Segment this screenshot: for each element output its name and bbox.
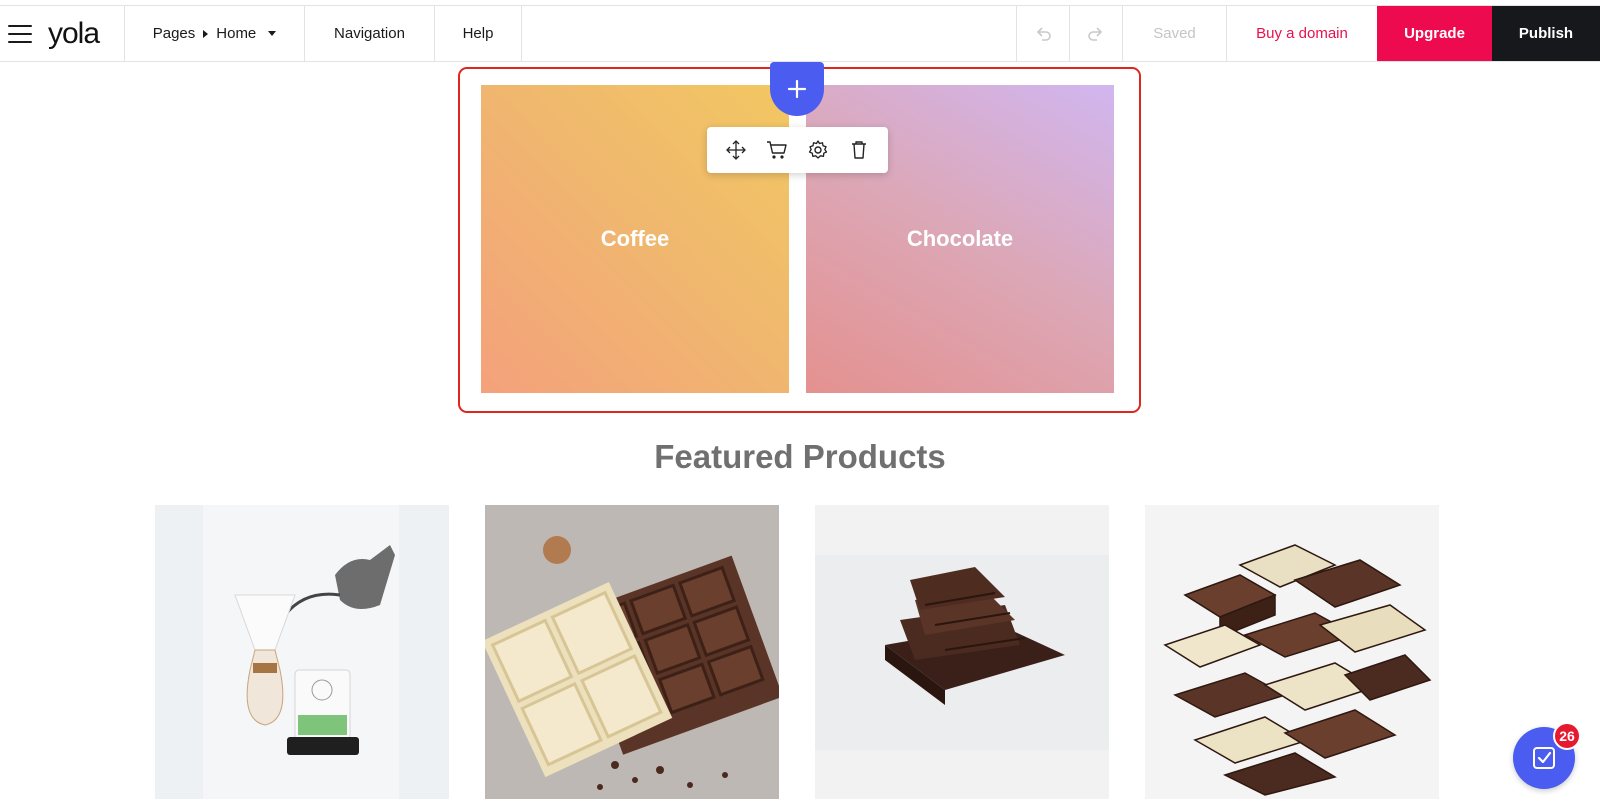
- current-page-label: Home: [216, 25, 257, 42]
- chevron-right-icon: [203, 29, 209, 38]
- cart-icon: [766, 141, 787, 159]
- editor-topbar: yola Pages Home Navigation Help Saved Bu…: [0, 5, 1600, 62]
- help-button[interactable]: Help: [435, 6, 522, 61]
- checklist-count-badge: 26: [1553, 722, 1581, 750]
- saved-status: Saved: [1123, 6, 1227, 61]
- tile-label: Coffee: [600, 226, 670, 251]
- settings-button[interactable]: [803, 135, 833, 165]
- brand-area: yola: [0, 6, 125, 61]
- navigation-button[interactable]: Navigation: [305, 6, 435, 61]
- add-section-button[interactable]: [770, 62, 824, 116]
- product-image-dark-chocolate-stack[interactable]: [815, 505, 1109, 799]
- move-button[interactable]: [721, 135, 751, 165]
- chevron-down-icon: [268, 31, 277, 36]
- publish-button[interactable]: Publish: [1492, 6, 1600, 61]
- gear-icon: [808, 140, 828, 159]
- cart-button[interactable]: [762, 135, 792, 165]
- product-image-coffee-pourover[interactable]: [155, 505, 449, 799]
- topbar-spacer: [522, 6, 1017, 61]
- upgrade-button[interactable]: Upgrade: [1377, 6, 1492, 61]
- product-image-chocolate-bars[interactable]: [485, 505, 779, 799]
- tile-label: Chocolate: [906, 226, 1014, 251]
- menu-icon[interactable]: [8, 24, 32, 43]
- move-icon: [725, 140, 746, 160]
- undo-icon: [1036, 26, 1051, 41]
- delete-button[interactable]: [844, 135, 874, 165]
- buy-domain-button[interactable]: Buy a domain: [1227, 6, 1377, 61]
- yola-logo[interactable]: yola: [48, 17, 100, 51]
- block-toolbar: [707, 127, 888, 173]
- featured-products-heading: Featured Products: [654, 438, 946, 475]
- plus-icon: [787, 79, 807, 99]
- redo-button[interactable]: [1070, 6, 1123, 61]
- redo-icon: [1088, 26, 1103, 41]
- product-image-mixed-chocolate-stack[interactable]: [1145, 505, 1439, 799]
- undo-button[interactable]: [1017, 6, 1070, 61]
- pages-label: Pages: [152, 25, 196, 42]
- trash-icon: [852, 141, 867, 159]
- pages-dropdown[interactable]: Pages Home: [125, 6, 305, 61]
- checklist-icon: [1533, 747, 1555, 769]
